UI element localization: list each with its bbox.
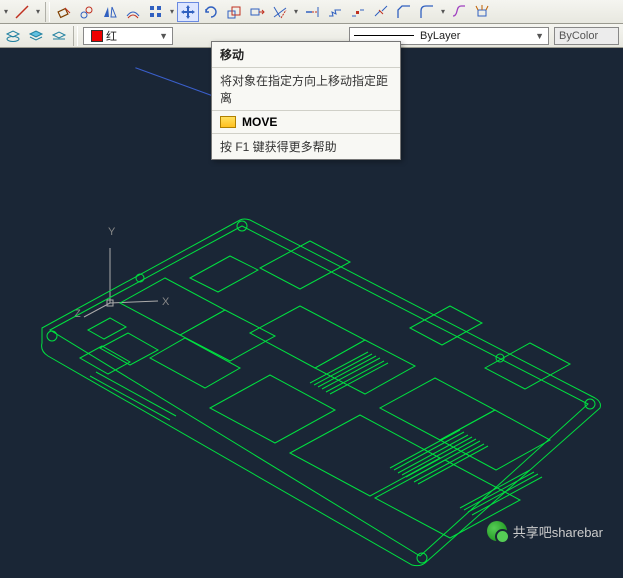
- explode-tool[interactable]: [471, 2, 493, 22]
- dropdown-arrow-icon[interactable]: ▾: [292, 7, 300, 16]
- command-icon: [220, 116, 236, 128]
- trim-tool[interactable]: [269, 2, 291, 22]
- watermark: 共享吧sharebar: [487, 521, 603, 541]
- rubber-band-line: [135, 67, 220, 99]
- copy-tool[interactable]: [76, 2, 98, 22]
- blend-curves-tool[interactable]: [448, 2, 470, 22]
- color-name: 红: [106, 28, 117, 44]
- move-tool[interactable]: [177, 2, 199, 22]
- line-tool[interactable]: [11, 2, 33, 22]
- extend-tool[interactable]: [301, 2, 323, 22]
- array-tool[interactable]: [145, 2, 167, 22]
- chamfer-tool[interactable]: [393, 2, 415, 22]
- modify-toolbar: ▾ ▾ ▾ ▾: [0, 0, 623, 24]
- linetype-sample-icon: [354, 35, 414, 36]
- color-combo[interactable]: 红 ▼: [83, 27, 173, 45]
- tooltip-help: 按 F1 键获得更多帮助: [212, 134, 400, 159]
- color-swatch-icon: [91, 30, 103, 42]
- join-tool[interactable]: [370, 2, 392, 22]
- scale-tool[interactable]: [223, 2, 245, 22]
- dropdown-arrow-icon[interactable]: ▾: [439, 7, 447, 16]
- stretch-tool[interactable]: [246, 2, 268, 22]
- erase-tool[interactable]: [53, 2, 75, 22]
- wechat-icon: [487, 521, 507, 541]
- lineweight-label: ByColor: [559, 30, 598, 42]
- move-tooltip: 移动 将对象在指定方向上移动指定距离 MOVE 按 F1 键获得更多帮助: [211, 41, 401, 160]
- tooltip-title: 移动: [212, 42, 400, 68]
- tooltip-description: 将对象在指定方向上移动指定距离: [212, 68, 400, 111]
- rotate-tool[interactable]: [200, 2, 222, 22]
- toolbar-grip[interactable]: ▾: [2, 7, 10, 16]
- chevron-down-icon: ▼: [531, 31, 544, 41]
- mirror-tool[interactable]: [99, 2, 121, 22]
- layer-tool-3[interactable]: [48, 26, 70, 46]
- chevron-down-icon: ▼: [155, 31, 168, 41]
- watermark-text: 共享吧sharebar: [513, 522, 603, 541]
- fillet-tool[interactable]: [416, 2, 438, 22]
- linetype-label: ByLayer: [420, 30, 460, 42]
- dropdown-arrow-icon[interactable]: ▾: [168, 7, 176, 16]
- dropdown-arrow-icon[interactable]: ▾: [34, 7, 42, 16]
- break-tool[interactable]: [324, 2, 346, 22]
- layer-states-tool[interactable]: [2, 26, 24, 46]
- offset-tool[interactable]: [122, 2, 144, 22]
- tooltip-command: MOVE: [242, 115, 277, 129]
- break-at-point-tool[interactable]: [347, 2, 369, 22]
- layer-tool-2[interactable]: [25, 26, 47, 46]
- lineweight-combo[interactable]: ByColor: [554, 27, 619, 45]
